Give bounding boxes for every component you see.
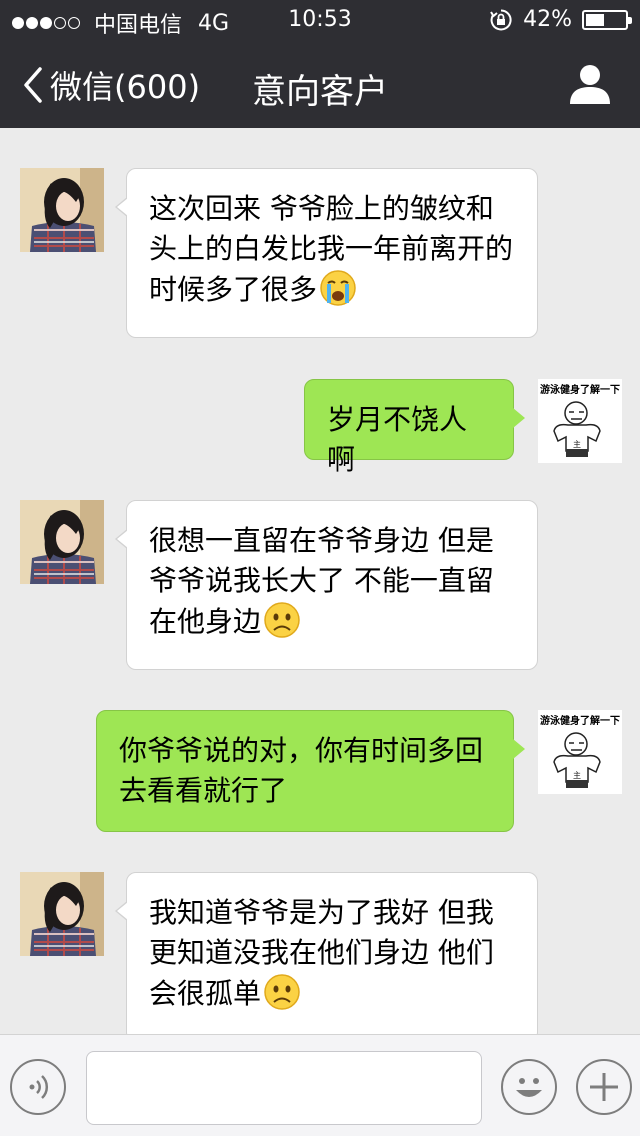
person-icon[interactable] <box>568 62 612 106</box>
voice-button[interactable] <box>10 1059 66 1115</box>
status-right: 42% <box>489 7 632 32</box>
battery-percentage: 42% <box>523 7 572 32</box>
contact-avatar[interactable] <box>20 500 104 584</box>
more-button[interactable] <box>576 1059 632 1115</box>
incoming-message-bubble[interactable]: 这次回来 爷爷脸上的皱纹和头上的白发比我一年前离开的时候多了很多 <box>115 168 538 338</box>
voice-icon <box>29 1075 49 1099</box>
svg-text:主: 主 <box>573 770 581 780</box>
battery-fill <box>586 13 604 26</box>
battery-terminal <box>628 16 632 24</box>
navigation-bar: 微信(600) 意向客户 <box>0 40 640 128</box>
crying-emoji <box>320 270 356 306</box>
user-avatar[interactable]: 游泳健身了解一下 主 <box>538 710 622 794</box>
outgoing-message-bubble[interactable]: 岁月不饶人啊 <box>304 379 525 476</box>
input-bar <box>0 1034 640 1136</box>
incoming-message-bubble[interactable]: 很想一直留在爷爷身边 但是爷爷说我长大了 不能一直留在他身边 <box>115 500 538 670</box>
svg-text:主: 主 <box>573 439 581 449</box>
status-bar: 中国电信 4G 10:53 42% <box>0 0 640 40</box>
sticker-caption: 游泳健身了解一下 <box>540 716 620 727</box>
emoji-icon <box>516 1078 542 1097</box>
incoming-message-bubble[interactable]: 我知道爷爷是为了我好 但我更知道没我在他们身边 他们会很孤单 <box>115 872 538 1034</box>
girl-avatar-image <box>20 872 104 956</box>
chevron-left-icon <box>24 67 42 103</box>
chat-area[interactable]: 这次回来 爷爷脸上的皱纹和头上的白发比我一年前离开的时候多了很多 岁月不饶人啊 … <box>0 128 640 1034</box>
message-text: 很想一直留在爷爷身边 但是爷爷说我长大了 不能一直留在他身边 <box>149 524 494 638</box>
plus-icon <box>590 1073 618 1101</box>
battery-icon <box>582 9 632 30</box>
contact-avatar[interactable] <box>20 168 104 252</box>
message-text: 你爷爷说的对，你有时间多回去看看就行了 <box>119 734 484 807</box>
rotation-lock-icon <box>490 8 512 30</box>
message-input[interactable] <box>86 1051 482 1125</box>
message-text: 我知道爷爷是为了我好 但我更知道没我在他们身边 他们会很孤单 <box>149 896 494 1010</box>
girl-avatar-image <box>20 500 104 584</box>
contact-avatar[interactable] <box>20 872 104 956</box>
user-avatar[interactable]: 游泳健身了解一下 主 <box>538 379 622 463</box>
emoji-button[interactable] <box>501 1059 557 1115</box>
girl-avatar-image <box>20 168 104 252</box>
outgoing-message-bubble[interactable]: 你爷爷说的对，你有时间多回去看看就行了 <box>96 710 525 832</box>
back-button[interactable]: 微信(600) <box>20 62 200 108</box>
back-label: 微信(600) <box>50 68 201 106</box>
sticker-caption: 游泳健身了解一下 <box>540 385 620 396</box>
frown-emoji <box>264 974 300 1010</box>
message-text: 岁月不饶人啊 <box>327 403 468 476</box>
frown-emoji <box>264 602 300 638</box>
